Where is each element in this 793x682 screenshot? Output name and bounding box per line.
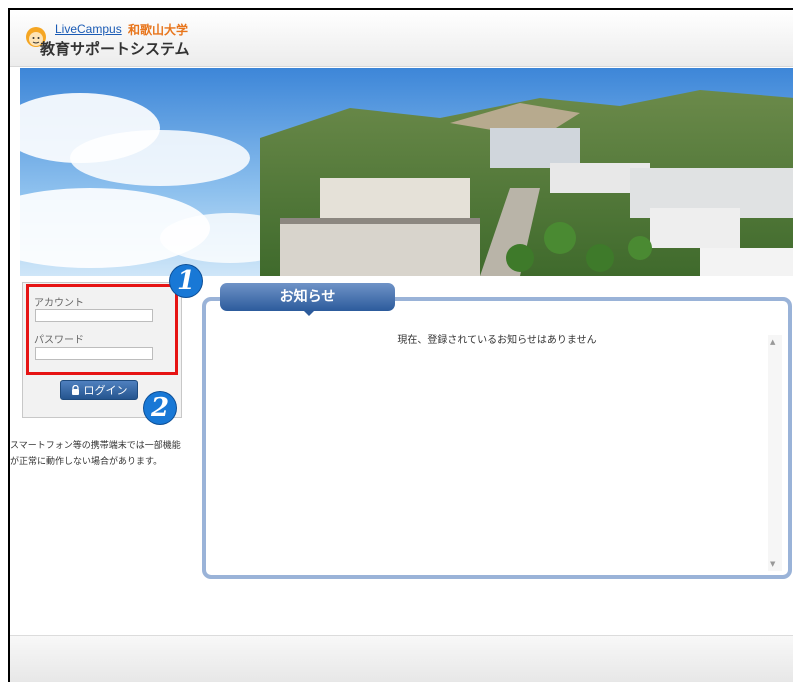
brand-link[interactable]: LiveCampus xyxy=(55,22,122,36)
notice-empty-message: 現在、登録されているお知らせはありません xyxy=(397,335,597,346)
header: LiveCampus 和歌山大学 教育サポートシステム xyxy=(10,10,793,67)
login-button[interactable]: ログイン xyxy=(60,380,138,400)
campus-banner-image xyxy=(20,68,793,276)
footer-bar xyxy=(10,635,793,682)
scroll-down-arrow-icon[interactable]: ▼ xyxy=(770,560,775,568)
lock-icon xyxy=(71,385,79,395)
notice-tab: お知らせ xyxy=(220,283,395,311)
login-button-label: ログイン xyxy=(83,384,128,397)
mobile-warning-text: スマートフォン等の携帯端末では一部機能が正常に動作しない場合があります。 xyxy=(10,441,181,467)
system-title: 教育サポートシステム xyxy=(40,40,190,58)
scroll-up-arrow-icon[interactable]: ▲ xyxy=(770,338,775,346)
university-name: 和歌山大学 xyxy=(128,23,189,37)
app-window: LiveCampus 和歌山大学 教育サポートシステム アカウント パスワード … xyxy=(8,8,793,682)
notice-tab-pointer xyxy=(303,310,315,316)
step-1-badge: 1 xyxy=(170,265,202,297)
step-2-badge: 2 xyxy=(144,392,176,424)
notice-scrollbar[interactable] xyxy=(768,335,782,571)
login-fields-highlight xyxy=(26,284,178,375)
